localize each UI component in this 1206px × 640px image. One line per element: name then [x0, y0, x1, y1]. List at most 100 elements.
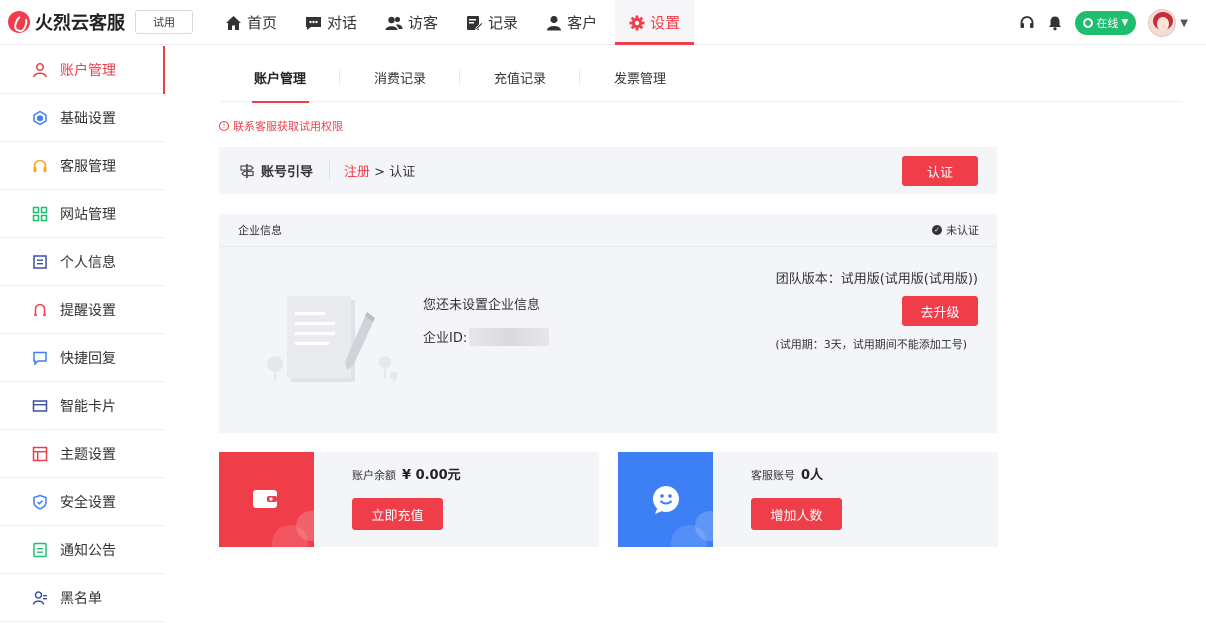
sidebar-item-label: 安全设置: [60, 494, 116, 511]
balance-card: 账户余额 ¥ 0.00元 立即充值: [219, 452, 599, 547]
sidebar-item-agents[interactable]: 客服管理: [0, 142, 165, 190]
recharge-button[interactable]: 立即充值: [352, 498, 443, 530]
info-icon: !: [219, 121, 229, 131]
blacklist-icon: [32, 590, 48, 606]
tab-invoice[interactable]: 发票管理: [580, 52, 700, 102]
nav-home-label: 首页: [247, 14, 278, 32]
trial-button[interactable]: 试用: [135, 10, 193, 34]
sidebar-item-blacklist[interactable]: 黑名单: [0, 574, 165, 622]
sidebar-item-reminder[interactable]: 提醒设置: [0, 286, 165, 334]
headset-button[interactable]: [1019, 15, 1035, 31]
sidebar-item-label: 黑名单: [60, 590, 102, 607]
balance-info: 账户余额 ¥ 0.00元: [352, 464, 461, 483]
headset-icon: [32, 158, 48, 174]
tab-account[interactable]: 账户管理: [220, 52, 340, 103]
tab-consumption[interactable]: 消费记录: [340, 52, 460, 102]
status-label: 在线: [1096, 17, 1119, 30]
verification-status: ✓ 未认证: [932, 222, 979, 238]
sidebar-item-quick-reply[interactable]: 快捷回复: [0, 334, 165, 382]
sidebar-item-label: 通知公告: [60, 542, 116, 559]
flame-logo-icon: [8, 11, 30, 33]
sidebar-item-smart-card[interactable]: 智能卡片: [0, 382, 165, 430]
company-info-title: 企业信息: [238, 224, 282, 237]
agent-card-icon-area: [618, 452, 713, 547]
upgrade-button[interactable]: 去升级: [902, 296, 978, 326]
trial-permission-notice[interactable]: ! 联系客服获取试用权限: [219, 118, 343, 134]
headset-icon: [1020, 16, 1034, 28]
tab-active-underline: [252, 101, 309, 103]
tab-label: 消费记录: [373, 71, 426, 87]
balance-label: 账户余额: [352, 469, 396, 482]
account-guide-bar: 账号引导 注册 > 认证: [219, 147, 997, 194]
nav-chat-label: 对话: [327, 14, 358, 32]
notice-icon: [32, 542, 48, 558]
balance-card-icon-area: [219, 452, 314, 547]
user-icon: [32, 62, 48, 78]
brand-logo[interactable]: 火烈云客服: [8, 10, 125, 34]
nav-records[interactable]: 记录: [456, 0, 528, 45]
nav-settings[interactable]: 设置: [615, 0, 695, 45]
company-id-label: 企业ID:: [423, 331, 468, 346]
customer-icon: [547, 15, 562, 30]
company-empty-title: 您还未设置企业信息: [423, 298, 541, 313]
theme-icon: [32, 446, 48, 462]
verify-button[interactable]: 认证: [902, 156, 978, 186]
signpost-icon: [239, 163, 255, 179]
sidebar-item-label: 网站管理: [60, 206, 116, 223]
guide-step-next: 认证: [389, 165, 416, 180]
guide-steps: 注册 > 认证: [344, 161, 415, 180]
sidebar-item-security[interactable]: 安全设置: [0, 478, 165, 526]
agent-account-card: 客服账号 0人 增加人数: [618, 452, 998, 547]
sidebar-item-label: 个人信息: [60, 254, 116, 271]
gear-icon: [629, 15, 645, 30]
company-info-header: 企业信息 ✓ 未认证: [219, 214, 997, 247]
brand-name: 火烈云客服: [35, 13, 125, 34]
hexagon-icon: [32, 110, 48, 126]
avatar-caret-icon[interactable]: ▼: [1180, 18, 1188, 29]
nav-visitors-label: 访客: [408, 14, 439, 32]
online-status-dropdown[interactable]: 在线 ▼: [1075, 11, 1137, 35]
nav-visitors[interactable]: 访客: [375, 0, 448, 45]
trial-period-note: (试用期：3天，试用期间不能添加工号): [775, 338, 967, 351]
tab-recharge[interactable]: 充值记录: [460, 52, 580, 102]
tab-label: 发票管理: [613, 71, 666, 87]
avatar[interactable]: [1148, 9, 1177, 37]
sidebar-item-theme[interactable]: 主题设置: [0, 430, 165, 478]
tab-label: 充值记录: [493, 71, 546, 87]
add-agents-button[interactable]: 增加人数: [751, 498, 842, 530]
account-tabs: 账户管理 消费记录 充值记录 发票管理: [220, 52, 1182, 103]
caret-down-icon: ▼: [1121, 18, 1129, 28]
top-right-tools: 在线 ▼ ▼: [1019, 8, 1188, 38]
empty-document-illustration-icon: [267, 296, 398, 386]
visitors-icon: [385, 16, 403, 30]
sidebar-item-profile[interactable]: 个人信息: [0, 238, 165, 286]
wallet-icon: [253, 490, 277, 508]
message-icon: [32, 350, 48, 366]
grid-icon: [32, 206, 48, 222]
smile-chat-icon: [653, 486, 679, 514]
sidebar-item-notice[interactable]: 通知公告: [0, 526, 165, 574]
profile-card-icon: [32, 254, 48, 270]
nav-chat[interactable]: 对话: [295, 0, 367, 45]
bell-icon: [1049, 16, 1062, 31]
sidebar-item-basic[interactable]: 基础设置: [0, 94, 165, 142]
company-id-redacted: [469, 327, 550, 346]
team-version: 团队版本：试用版(试用版(试用版)): [775, 272, 978, 287]
tab-label: 账户管理: [253, 71, 306, 87]
sidebar-item-account[interactable]: 账户管理: [0, 46, 165, 94]
home-icon: [226, 15, 241, 30]
top-bar: 火烈云客服 试用 首页 对话 访客 记录 客户 设置 在线 ▼ ▼: [0, 0, 1206, 45]
guide-title: 账号引导: [261, 161, 331, 180]
notification-button[interactable]: [1047, 15, 1063, 31]
sidebar-item-label: 账户管理: [60, 62, 116, 79]
sidebar-item-website[interactable]: 网站管理: [0, 190, 165, 238]
guide-step-separator: >: [370, 165, 390, 180]
company-id: 企业ID:: [423, 327, 550, 346]
nav-settings-label: 设置: [650, 14, 681, 32]
nav-home[interactable]: 首页: [215, 0, 287, 45]
sidebar-item-label: 基础设置: [60, 110, 116, 127]
chat-icon: [306, 16, 322, 30]
company-info-panel: 企业信息 ✓ 未认证 您还未设置企业信息 企业ID: 团队版本：试用版(试用版(…: [219, 214, 997, 433]
nav-customer[interactable]: 客户: [536, 0, 607, 45]
agent-info: 客服账号 0人: [751, 464, 823, 483]
